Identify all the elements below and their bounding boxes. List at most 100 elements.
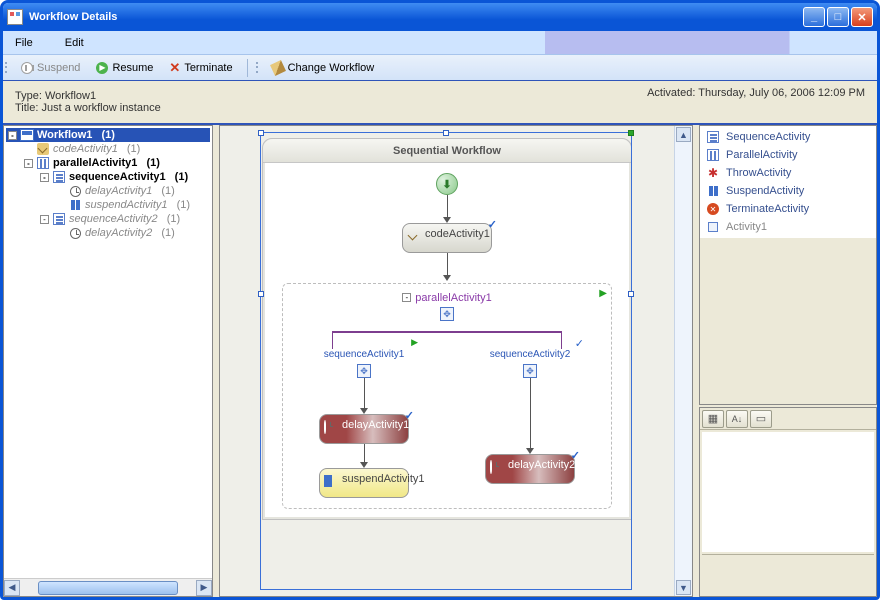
collapse-icon[interactable]: - bbox=[40, 173, 49, 182]
categorized-icon: ▦ bbox=[708, 412, 718, 425]
sequence-icon bbox=[52, 213, 66, 225]
app-window: Workflow Details _ □ ✕ File Edit Suspend… bbox=[0, 0, 880, 600]
clock-icon bbox=[490, 461, 504, 475]
check-icon: ✓ bbox=[488, 218, 497, 231]
tree-suspend1[interactable]: suspendActivity1 (1) bbox=[54, 198, 210, 212]
categorized-button[interactable]: ▦ bbox=[702, 410, 724, 428]
activity-parallel1[interactable]: ▶ - parallelActivity1 ✥ ▶ sequenceActivi bbox=[282, 283, 612, 509]
tree-root[interactable]: - Workflow1 (1) bbox=[6, 128, 210, 142]
property-grid-body[interactable] bbox=[702, 432, 874, 552]
alphabetical-icon: A↓ bbox=[732, 414, 743, 424]
resume-icon: ▶ bbox=[96, 62, 108, 74]
activity-icon bbox=[706, 220, 720, 234]
close-button[interactable]: ✕ bbox=[851, 7, 873, 27]
right-panels: SequenceActivity ParallelActivity ✱ Thro… bbox=[699, 125, 877, 597]
menu-file[interactable]: File bbox=[9, 35, 39, 51]
activity-suspend1-label: suspendActivity1 bbox=[342, 473, 425, 485]
toolbox-item-sequence[interactable]: SequenceActivity bbox=[702, 128, 874, 146]
collapse-icon[interactable]: - bbox=[402, 293, 411, 302]
tree-delay1[interactable]: delayActivity1 (1) bbox=[54, 184, 210, 198]
tree-parallel1[interactable]: - parallelActivity1 (1) bbox=[22, 156, 210, 170]
tree-delay2-count: (1) bbox=[161, 227, 174, 239]
property-pages-button[interactable]: ▭ bbox=[750, 410, 772, 428]
throw-icon: ✱ bbox=[706, 166, 720, 180]
toolbox-item-suspend[interactable]: SuspendActivity bbox=[702, 182, 874, 200]
designer-scrollbar[interactable]: ▲ ▼ bbox=[674, 126, 692, 596]
property-help-pane bbox=[702, 554, 874, 594]
activity-suspend1[interactable]: suspendActivity1 bbox=[319, 468, 409, 498]
toolbox-item-terminate[interactable]: ✕ TerminateActivity bbox=[702, 200, 874, 218]
designer-canvas[interactable]: Sequential Workflow ⬇ ✓ codeActivity1 bbox=[220, 126, 674, 596]
resize-handle[interactable] bbox=[443, 130, 449, 136]
tree-code1-label: codeActivity1 bbox=[53, 143, 118, 155]
collapse-icon[interactable]: - bbox=[8, 131, 17, 140]
tree-seq2-label: sequenceActivity2 bbox=[69, 213, 158, 225]
outline-panel: - Workflow1 (1) codeActivity1 bbox=[3, 125, 213, 597]
maximize-icon: □ bbox=[835, 11, 842, 23]
parallel-icon bbox=[36, 157, 50, 169]
suspend-button[interactable]: Suspend bbox=[15, 60, 86, 76]
terminate-icon: ✕ bbox=[169, 60, 180, 76]
maximize-button[interactable]: □ bbox=[827, 7, 849, 27]
tree-seq1[interactable]: - sequenceActivity1 (1) bbox=[38, 170, 210, 184]
resume-button[interactable]: ▶ Resume bbox=[90, 60, 159, 76]
close-icon: ✕ bbox=[857, 11, 866, 24]
drop-target-icon[interactable]: ✥ bbox=[357, 364, 371, 378]
tree-seq1-count: (1) bbox=[175, 171, 188, 183]
branch-seq2[interactable]: ✓ sequenceActivity2 ✥ ✓ delayActivity2 bbox=[470, 349, 590, 498]
tree-suspend1-count: (1) bbox=[177, 199, 190, 211]
titlebar[interactable]: Workflow Details _ □ ✕ bbox=[3, 3, 877, 31]
tree-seq2[interactable]: - sequenceActivity2 (1) bbox=[38, 212, 210, 226]
toolbox-item-label: Activity1 bbox=[726, 221, 767, 233]
toolbar-grip-icon-2[interactable] bbox=[256, 58, 262, 78]
app-icon bbox=[7, 9, 23, 25]
activity-delay1[interactable]: ✓ delayActivity1 bbox=[319, 414, 409, 444]
toolbox-item-throw[interactable]: ✱ ThrowActivity bbox=[702, 164, 874, 182]
tree-delay2-label: delayActivity2 bbox=[85, 227, 152, 239]
window-title: Workflow Details bbox=[29, 11, 803, 23]
scroll-left-icon[interactable]: ◀ bbox=[4, 580, 20, 596]
terminate-label: Terminate bbox=[184, 62, 232, 74]
activity-code1[interactable]: ✓ codeActivity1 bbox=[402, 223, 492, 253]
outline-tree[interactable]: - Workflow1 (1) codeActivity1 bbox=[4, 126, 212, 578]
tree-code1[interactable]: codeActivity1 (1) bbox=[22, 142, 210, 156]
scroll-thumb[interactable] bbox=[38, 581, 178, 595]
menubar: File Edit bbox=[3, 31, 877, 55]
collapse-icon[interactable]: - bbox=[40, 215, 49, 224]
toolbox-empty bbox=[700, 238, 876, 404]
activity-delay2[interactable]: ✓ delayActivity2 bbox=[485, 454, 575, 484]
toolbox-list: SequenceActivity ParallelActivity ✱ Thro… bbox=[700, 126, 876, 238]
branch-seq1[interactable]: ▶ sequenceActivity1 ✥ ✓ delayActivity1 bbox=[304, 349, 424, 498]
change-workflow-button[interactable]: Change Workflow bbox=[266, 60, 381, 76]
drop-target-icon[interactable]: ✥ bbox=[523, 364, 537, 378]
script-icon bbox=[36, 143, 50, 155]
suspend-mini-icon bbox=[324, 475, 338, 489]
toolbox-item-activity1[interactable]: Activity1 bbox=[702, 218, 874, 236]
designer-panel: Sequential Workflow ⬇ ✓ codeActivity1 bbox=[219, 125, 693, 597]
terminate-button[interactable]: ✕ Terminate bbox=[163, 58, 238, 78]
drop-target-icon[interactable]: ✥ bbox=[440, 307, 454, 321]
scroll-up-icon[interactable]: ▲ bbox=[676, 127, 691, 142]
change-workflow-label: Change Workflow bbox=[288, 62, 375, 74]
tree-root-count: (1) bbox=[101, 129, 114, 141]
toolbox-item-parallel[interactable]: ParallelActivity bbox=[702, 146, 874, 164]
scroll-right-icon[interactable]: ▶ bbox=[196, 580, 212, 596]
menu-edit[interactable]: Edit bbox=[59, 35, 90, 51]
resize-handle[interactable] bbox=[628, 291, 634, 297]
edit-icon bbox=[270, 60, 286, 76]
alphabetical-button[interactable]: A↓ bbox=[726, 410, 748, 428]
toolbar-grip-icon[interactable] bbox=[5, 58, 11, 78]
tree-delay2[interactable]: delayActivity2 (1) bbox=[54, 226, 210, 240]
tree-delay1-count: (1) bbox=[161, 185, 174, 197]
tree-parallel1-count: (1) bbox=[146, 157, 159, 169]
toolbar-separator bbox=[247, 59, 248, 77]
resize-handle[interactable] bbox=[258, 130, 264, 136]
tree-code1-count: (1) bbox=[127, 143, 140, 155]
resize-handle[interactable] bbox=[258, 291, 264, 297]
minimize-button[interactable]: _ bbox=[803, 7, 825, 27]
tree-scrollbar[interactable]: ◀ ▶ bbox=[4, 578, 212, 596]
collapse-icon[interactable]: - bbox=[24, 159, 33, 168]
branches: ▶ sequenceActivity1 ✥ ✓ delayActivity1 bbox=[304, 349, 590, 498]
scroll-down-icon[interactable]: ▼ bbox=[676, 580, 691, 595]
resize-handle-run[interactable] bbox=[628, 130, 634, 136]
